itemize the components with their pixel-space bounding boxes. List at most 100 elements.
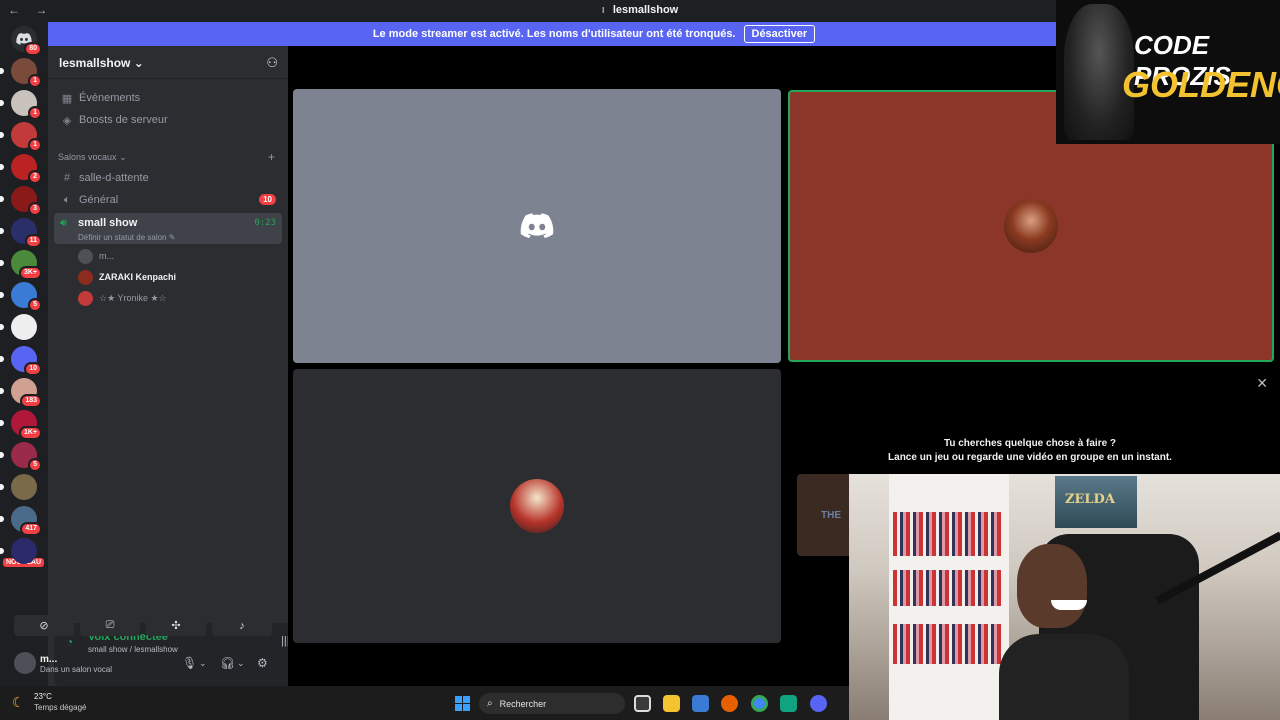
channel-salle-d-attente[interactable]: # salle-d-attente bbox=[54, 167, 282, 189]
streamer-body bbox=[999, 634, 1129, 720]
voice-category[interactable]: Salons vocaux ⌄ bbox=[58, 152, 127, 163]
server-icon[interactable]: 11 bbox=[11, 218, 42, 248]
close-icon[interactable]: ✕ bbox=[1256, 375, 1268, 392]
activities-button[interactable]: ✣ bbox=[146, 615, 206, 636]
pencil-icon: ✎ bbox=[168, 233, 176, 242]
avatar bbox=[1004, 199, 1058, 253]
server-icon[interactable]: 1 bbox=[11, 122, 42, 152]
hash-icon: # bbox=[63, 172, 71, 184]
server-icon[interactable]: 3 bbox=[11, 186, 42, 216]
voice-member[interactable]: ZARAKI Kenpachi bbox=[78, 268, 176, 286]
server-icon[interactable]: 1K+ bbox=[11, 410, 42, 440]
activity-thumbnail[interactable]: THE bbox=[797, 474, 857, 556]
voice-member[interactable]: ☆★ Yronike ★☆ bbox=[78, 289, 167, 307]
member-name: m... bbox=[99, 251, 114, 261]
app-icon[interactable] bbox=[780, 695, 797, 712]
store-icon[interactable] bbox=[692, 695, 709, 712]
channel-status-prompt[interactable]: Définir un statut de salon ✎ bbox=[78, 233, 175, 242]
temperature[interactable]: 23°C bbox=[34, 692, 52, 701]
events-item[interactable]: ▦ Événements bbox=[54, 87, 282, 109]
server-icon[interactable]: 1 bbox=[11, 58, 42, 88]
avatar bbox=[510, 479, 564, 533]
channel-general[interactable]: 🔈︎ Général 10 bbox=[54, 189, 282, 211]
video-tile-user[interactable] bbox=[293, 89, 781, 363]
chevron-down-icon: ⌄ bbox=[119, 152, 127, 162]
server-icon[interactable] bbox=[11, 474, 37, 500]
windows-start-icon[interactable] bbox=[455, 696, 470, 711]
books bbox=[893, 570, 1003, 606]
unread-indicator bbox=[0, 132, 4, 138]
category-label: Salons vocaux bbox=[58, 152, 117, 162]
server-icon[interactable] bbox=[11, 314, 37, 340]
microphone-icon[interactable]: 🎙︎ bbox=[182, 656, 197, 670]
unread-indicator bbox=[0, 356, 4, 362]
speaker-icon: 🔈︎ bbox=[63, 193, 71, 206]
unread-indicator bbox=[0, 100, 4, 106]
server-icon[interactable]: 417 bbox=[11, 506, 42, 536]
avatar[interactable] bbox=[14, 652, 36, 674]
channel-small-show[interactable]: 🔊︎ small show Définir un statut de salon… bbox=[54, 213, 282, 244]
channel-sidebar: lesmallshow ⌄ ⚇ ▦ Événements ◈ Boosts de s… bbox=[48, 46, 330, 686]
streamer-webcam: ZELDA bbox=[849, 474, 1280, 720]
channel-label: Général bbox=[79, 194, 119, 206]
moon-icon[interactable]: ☾ bbox=[12, 694, 25, 711]
mention-badge: 10 bbox=[259, 194, 276, 205]
server-icon[interactable]: 183 bbox=[11, 378, 42, 408]
weather-condition: Temps dégagé bbox=[34, 703, 87, 712]
invite-icon[interactable]: ⚇ bbox=[266, 55, 278, 71]
boosts-item[interactable]: ◈ Boosts de serveur bbox=[54, 109, 282, 131]
task-view-icon[interactable] bbox=[634, 695, 651, 712]
soundboard-icon: ♪ bbox=[239, 619, 245, 632]
logo-line-2: GOLDENG bbox=[1122, 64, 1280, 105]
server-badge: 3K+ bbox=[18, 266, 42, 280]
avatar bbox=[78, 290, 93, 306]
soundboard-button[interactable]: ♪ bbox=[212, 615, 272, 636]
firefox-icon[interactable] bbox=[721, 695, 738, 712]
window-title-text: lesmallshow bbox=[612, 4, 679, 16]
server-name[interactable]: lesmallshow ⌄ bbox=[59, 56, 144, 70]
home-badge: 80 bbox=[24, 42, 42, 56]
server-icon[interactable]: 2 bbox=[11, 154, 42, 184]
headphones-icon[interactable]: 🎧︎ bbox=[220, 656, 235, 670]
add-channel-icon[interactable]: + bbox=[268, 150, 275, 164]
server-icon[interactable]: 3K+ bbox=[11, 250, 42, 280]
voice-member[interactable]: m... bbox=[78, 247, 114, 265]
unread-indicator bbox=[0, 228, 4, 234]
home-button[interactable]: 80 bbox=[11, 26, 42, 56]
events-label: Événements bbox=[79, 92, 141, 104]
file-explorer-icon[interactable] bbox=[663, 695, 680, 712]
server-icon[interactable] bbox=[11, 538, 37, 564]
server-icon[interactable]: 1 bbox=[11, 90, 42, 120]
chevron-down-icon: ⌄ bbox=[133, 56, 144, 70]
gear-icon[interactable]: ⚙ bbox=[257, 656, 268, 670]
unread-indicator bbox=[0, 420, 4, 426]
server-icon[interactable]: 5 bbox=[11, 282, 42, 312]
camera-off-button[interactable]: ⊘ bbox=[14, 615, 74, 636]
unread-indicator bbox=[0, 164, 4, 170]
activity-heading: Tu cherches quelque chose à faire ? bbox=[943, 438, 1117, 449]
username[interactable]: m... bbox=[40, 654, 57, 665]
unread-indicator bbox=[0, 484, 4, 490]
avatar bbox=[78, 248, 93, 264]
server-badge: 417 bbox=[20, 522, 42, 536]
user-panel: m... Dans un salon vocal 🎙︎ ⌄ 🎧︎ ⌄ ⚙ bbox=[6, 646, 282, 682]
disable-button[interactable]: Désactiver bbox=[743, 25, 816, 43]
unread-indicator bbox=[0, 516, 4, 522]
user-status: Dans un salon vocal bbox=[40, 665, 113, 674]
server-icon[interactable]: 10 bbox=[11, 346, 42, 376]
poster-text: ZELDA bbox=[1065, 492, 1115, 507]
chevron-down-icon[interactable]: ⌄ bbox=[199, 658, 207, 669]
server-icon[interactable]: 5 bbox=[11, 442, 42, 472]
member-name: ☆★ Yronike ★☆ bbox=[99, 292, 167, 303]
smile bbox=[1051, 600, 1087, 610]
chrome-icon[interactable] bbox=[751, 695, 768, 712]
search-box[interactable]: ⌕ Rechercher bbox=[479, 693, 625, 714]
chevron-down-icon[interactable]: ⌄ bbox=[237, 658, 245, 669]
video-tile-yronike[interactable] bbox=[293, 369, 781, 643]
server-badge: 3 bbox=[28, 202, 42, 216]
channel-status-text: Définir un statut de salon bbox=[78, 233, 167, 242]
screen-share-button[interactable]: ⎚ bbox=[80, 615, 140, 636]
discord-taskbar-icon[interactable] bbox=[810, 695, 827, 712]
server-badge: 1 bbox=[28, 106, 42, 120]
divider bbox=[48, 78, 288, 79]
